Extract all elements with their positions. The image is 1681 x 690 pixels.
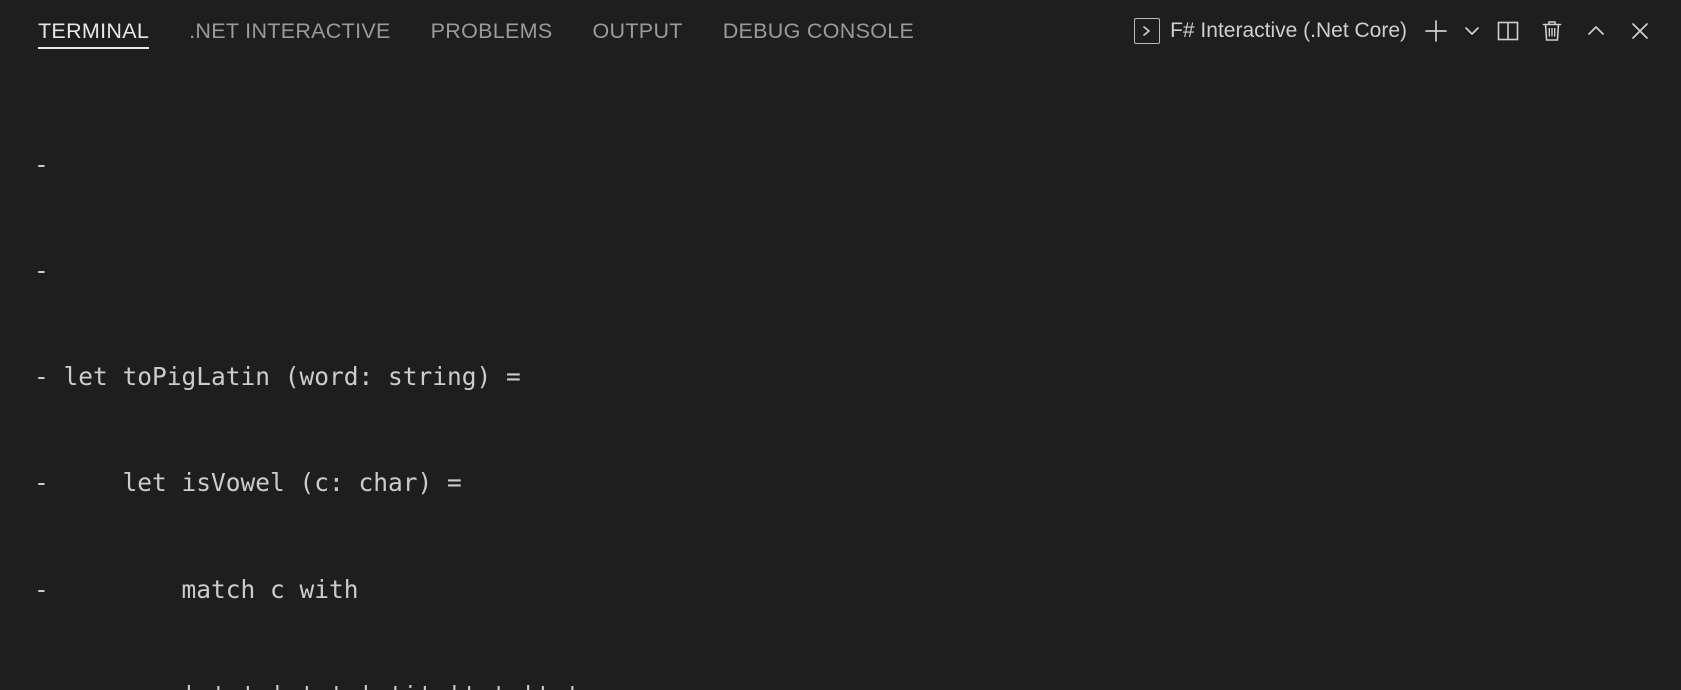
plus-icon — [1422, 17, 1450, 45]
new-terminal-dropdown-button[interactable] — [1459, 11, 1485, 51]
tab-output[interactable]: OUTPUT — [573, 0, 703, 62]
active-terminal-selector[interactable]: F# Interactive (.Net Core) — [1128, 11, 1413, 51]
terminal-line: - let toPigLatin (word: string) = — [34, 362, 521, 392]
tab-terminal[interactable]: TERMINAL — [30, 0, 169, 62]
panel-header: TERMINAL .NET INTERACTIVE PROBLEMS OUTPU… — [0, 0, 1681, 62]
tab-debug-console-label: DEBUG CONSOLE — [722, 18, 915, 43]
split-terminal-button[interactable] — [1487, 11, 1529, 51]
kill-terminal-button[interactable] — [1531, 11, 1573, 51]
panel-tab-list: TERMINAL .NET INTERACTIVE PROBLEMS OUTPU… — [0, 0, 934, 62]
terminal-line: - let isVowel (c: char) = — [34, 468, 462, 498]
split-pane-icon — [1495, 18, 1521, 44]
chevron-up-icon — [1583, 18, 1609, 44]
maximize-panel-button[interactable] — [1575, 11, 1617, 51]
tab-problems[interactable]: PROBLEMS — [411, 0, 573, 62]
tab-problems-label: PROBLEMS — [430, 18, 553, 43]
terminal-output[interactable]: - - - let toPigLatin (word: string) = - … — [0, 62, 1681, 690]
tab-output-label: OUTPUT — [592, 18, 683, 43]
tab-dotnet-interactive-label: .NET INTERACTIVE — [189, 18, 391, 43]
chevron-down-icon — [1462, 21, 1482, 41]
trash-icon — [1539, 18, 1565, 44]
active-terminal-name: F# Interactive (.Net Core) — [1170, 19, 1407, 42]
new-terminal-button[interactable] — [1415, 11, 1457, 51]
close-panel-button[interactable] — [1619, 11, 1661, 51]
tab-terminal-label: TERMINAL — [38, 18, 150, 43]
close-icon — [1627, 18, 1653, 44]
terminal-line: - match c with — [34, 574, 359, 604]
tab-debug-console[interactable]: DEBUG CONSOLE — [703, 0, 934, 62]
panel-header-actions: F# Interactive (.Net Core) — [1128, 0, 1681, 62]
terminal-line: - — [34, 149, 64, 179]
terminal-line: - — [34, 256, 64, 286]
tab-dotnet-interactive[interactable]: .NET INTERACTIVE — [169, 0, 411, 62]
terminal-panel: TERMINAL .NET INTERACTIVE PROBLEMS OUTPU… — [0, 0, 1681, 690]
terminal-line: - | 'a' | 'e' | 'i' |'o' |'u' — [34, 678, 1681, 690]
terminal-chevron-icon — [1134, 18, 1161, 44]
